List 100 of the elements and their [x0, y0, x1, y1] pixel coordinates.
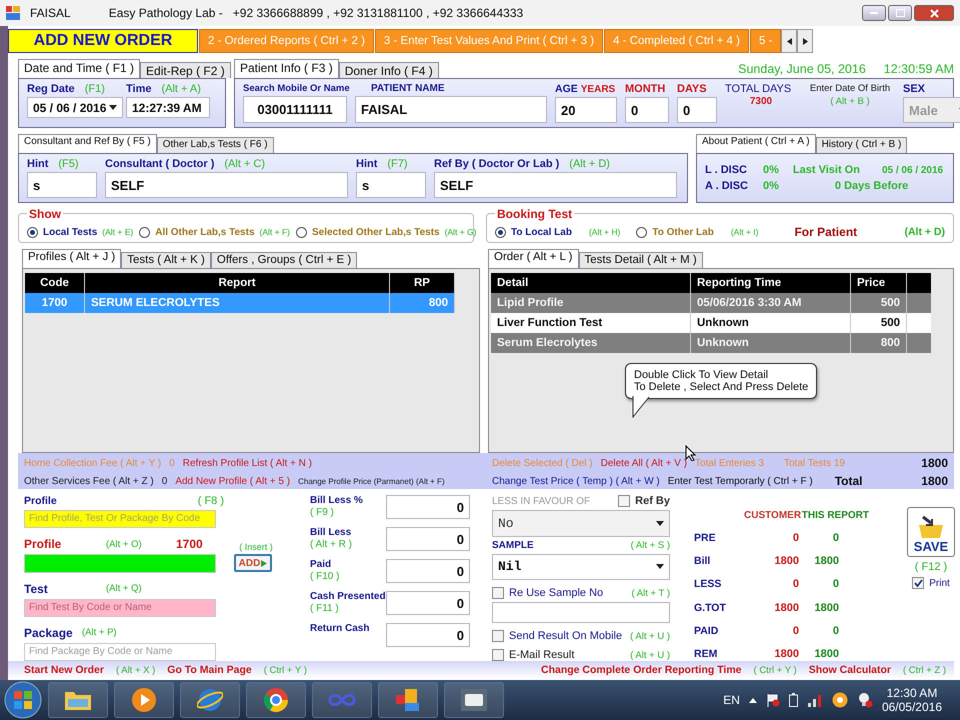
days-field[interactable]: 0 — [677, 97, 717, 123]
field-label: LESS IN FAVOUR OF — [492, 496, 590, 506]
field-label: Enter Date Of Birth — [810, 83, 890, 94]
tab[interactable]: Tests Detail ( Alt + M ) — [578, 252, 703, 268]
print-checkbox[interactable]: Print — [912, 577, 950, 589]
radio-option[interactable]: Selected Other Lab,s Tests (Alt + G) — [296, 226, 477, 238]
field-label: PATIENT NAME — [371, 83, 446, 94]
customer-value: 0 — [792, 624, 799, 637]
tab[interactable]: Profiles ( Alt + J ) — [22, 249, 122, 268]
tab[interactable]: Other Lab,s Tests ( F6 ) — [156, 137, 274, 153]
radio-option[interactable]: To Other Lab (Alt + I) — [636, 226, 758, 238]
tab[interactable]: Offers , Groups ( Ctrl + E ) — [210, 252, 358, 268]
taskbar-app[interactable] — [444, 682, 504, 718]
row-label: PAID — [694, 624, 720, 637]
add-profile-link[interactable]: Add New Profile ( Alt + 5 ) — [175, 476, 290, 486]
sample-dropdown[interactable]: Nil — [492, 554, 670, 580]
tab[interactable]: Order ( Alt + L ) — [488, 249, 579, 268]
minimize-button[interactable] — [862, 5, 886, 21]
enter-test-link[interactable]: Enter Test Temporarly ( Ctrl + F ) — [668, 476, 813, 486]
link[interactable]: Change Complete Order Reporting Time — [541, 664, 742, 676]
text-field[interactable]: s — [27, 172, 97, 198]
save-button[interactable]: SAVE — [907, 507, 955, 557]
shortcut-label: ( F9 ) — [310, 507, 335, 518]
field-label: AGE — [555, 83, 578, 95]
flag-icon — [766, 693, 780, 707]
maximize-button[interactable] — [888, 5, 912, 21]
text-field[interactable]: SELF — [105, 172, 348, 198]
number-field[interactable]: 0 — [386, 495, 470, 519]
tab[interactable]: Tests ( Alt + K ) — [121, 252, 211, 268]
camera-icon — [460, 688, 488, 712]
link[interactable]: Go To Main Page — [167, 664, 252, 676]
change-test-price-link[interactable]: Change Test Price ( Temp ) ( Alt + W ) — [492, 476, 660, 486]
field-label: Paid — [310, 559, 332, 570]
ref-by-checkbox[interactable]: Ref By — [618, 495, 670, 507]
field-label: Time — [126, 83, 152, 95]
taskbar-app[interactable] — [246, 682, 306, 718]
table-row[interactable]: Liver Function Test Unknown 500 — [491, 313, 931, 333]
main-tab[interactable]: ADD NEW ORDER — [8, 29, 198, 53]
tab[interactable]: Edit-Rep ( F2 ) — [140, 62, 231, 78]
tab[interactable]: About Patient ( Ctrl + A ) — [696, 134, 816, 153]
refresh-link[interactable]: Refresh Profile List ( Alt + N ) — [182, 458, 312, 468]
favour-dropdown[interactable]: No — [492, 510, 670, 536]
number-field[interactable]: 0 — [386, 527, 470, 551]
field-label: Hint — [356, 158, 378, 170]
date-picker[interactable]: 05 / 06 / 2016 — [27, 97, 123, 118]
link[interactable]: Show Calculator — [808, 664, 891, 676]
shortcut-label: ( Alt + T ) — [632, 588, 670, 598]
scroll-left-button[interactable] — [781, 29, 798, 53]
option-checkbox[interactable]: E-Mail Result — [492, 649, 574, 661]
option-checkbox[interactable]: Send Result On Mobile — [492, 630, 622, 642]
row-label: REM — [694, 648, 718, 660]
tab[interactable]: Patient Info ( F3 ) — [234, 59, 339, 78]
shortcut-label: (Alt + P) — [82, 627, 117, 638]
taskbar-app[interactable] — [180, 682, 240, 718]
close-button[interactable] — [914, 5, 954, 21]
dropdown-arrow-icon — [656, 564, 664, 570]
link[interactable]: Start New Order — [24, 664, 104, 676]
profile-field[interactable] — [24, 554, 216, 573]
mobile-field[interactable]: 03001111111 — [243, 96, 347, 123]
start-button[interactable] — [4, 681, 42, 719]
table-row[interactable]: Lipid Profile 05/06/2016 3:30 AM 500 — [491, 293, 931, 313]
folder-icon — [64, 689, 92, 711]
option-checkbox[interactable]: Re Use Sample No — [492, 587, 604, 599]
number-field[interactable]: 0 — [386, 591, 470, 615]
add-button[interactable]: ADD — [234, 554, 272, 572]
shortcut-label: (Alt + C) — [224, 158, 266, 170]
row-label: LESS — [694, 578, 722, 590]
text-field[interactable]: SELF — [434, 172, 677, 198]
row-label: PRE — [694, 532, 717, 544]
delete-all-link[interactable]: Delete All ( Alt + V ) — [600, 458, 688, 468]
tab[interactable]: Doner Info ( F4 ) — [338, 62, 439, 78]
shortcut-label: ( Alt + R ) — [310, 539, 353, 550]
customer-value: 0 — [792, 532, 799, 544]
tab[interactable]: Consultant and Ref By ( F5 ) — [18, 134, 157, 153]
number-field[interactable]: 0 — [386, 559, 470, 583]
tab[interactable]: Date and Time ( F1 ) — [18, 59, 140, 78]
shortcut-label: (Alt + Q) — [106, 583, 142, 594]
table-row[interactable]: Serum Elecrolytes Unknown 800 — [491, 333, 931, 353]
radio-option[interactable]: Local Tests (Alt + E) — [27, 226, 134, 238]
radio-option[interactable]: To Local Lab (Alt + H) — [495, 226, 620, 238]
customer-value: 0 — [792, 578, 799, 590]
time-field[interactable]: 12:27:39 AM — [126, 97, 210, 118]
month-field[interactable]: 0 — [625, 97, 669, 123]
change-price-link[interactable]: Change Profile Price (Parmanet) (Alt + F) — [298, 476, 445, 486]
fee-value: 0 — [162, 476, 168, 486]
tab[interactable]: History ( Ctrl + B ) — [816, 137, 908, 153]
years-field[interactable]: 20 — [555, 97, 617, 123]
number-field[interactable]: 0 — [386, 623, 470, 647]
current-date: Sunday, June 05, 2016 — [738, 62, 866, 76]
scroll-right-button[interactable] — [797, 29, 814, 53]
taskbar-app[interactable] — [48, 682, 108, 718]
left-arrow-icon — [786, 38, 792, 44]
name-field[interactable]: FAISAL — [355, 96, 547, 123]
text-field[interactable]: s — [356, 172, 426, 198]
radio-option[interactable]: All Other Lab,s Tests (Alt + F) — [139, 226, 290, 238]
language-indicator[interactable]: EN — [723, 693, 740, 707]
taskbar-app[interactable] — [378, 682, 438, 718]
right-arrow-icon — [802, 38, 808, 44]
taskbar-app[interactable] — [114, 682, 174, 718]
text-field[interactable] — [492, 602, 670, 623]
